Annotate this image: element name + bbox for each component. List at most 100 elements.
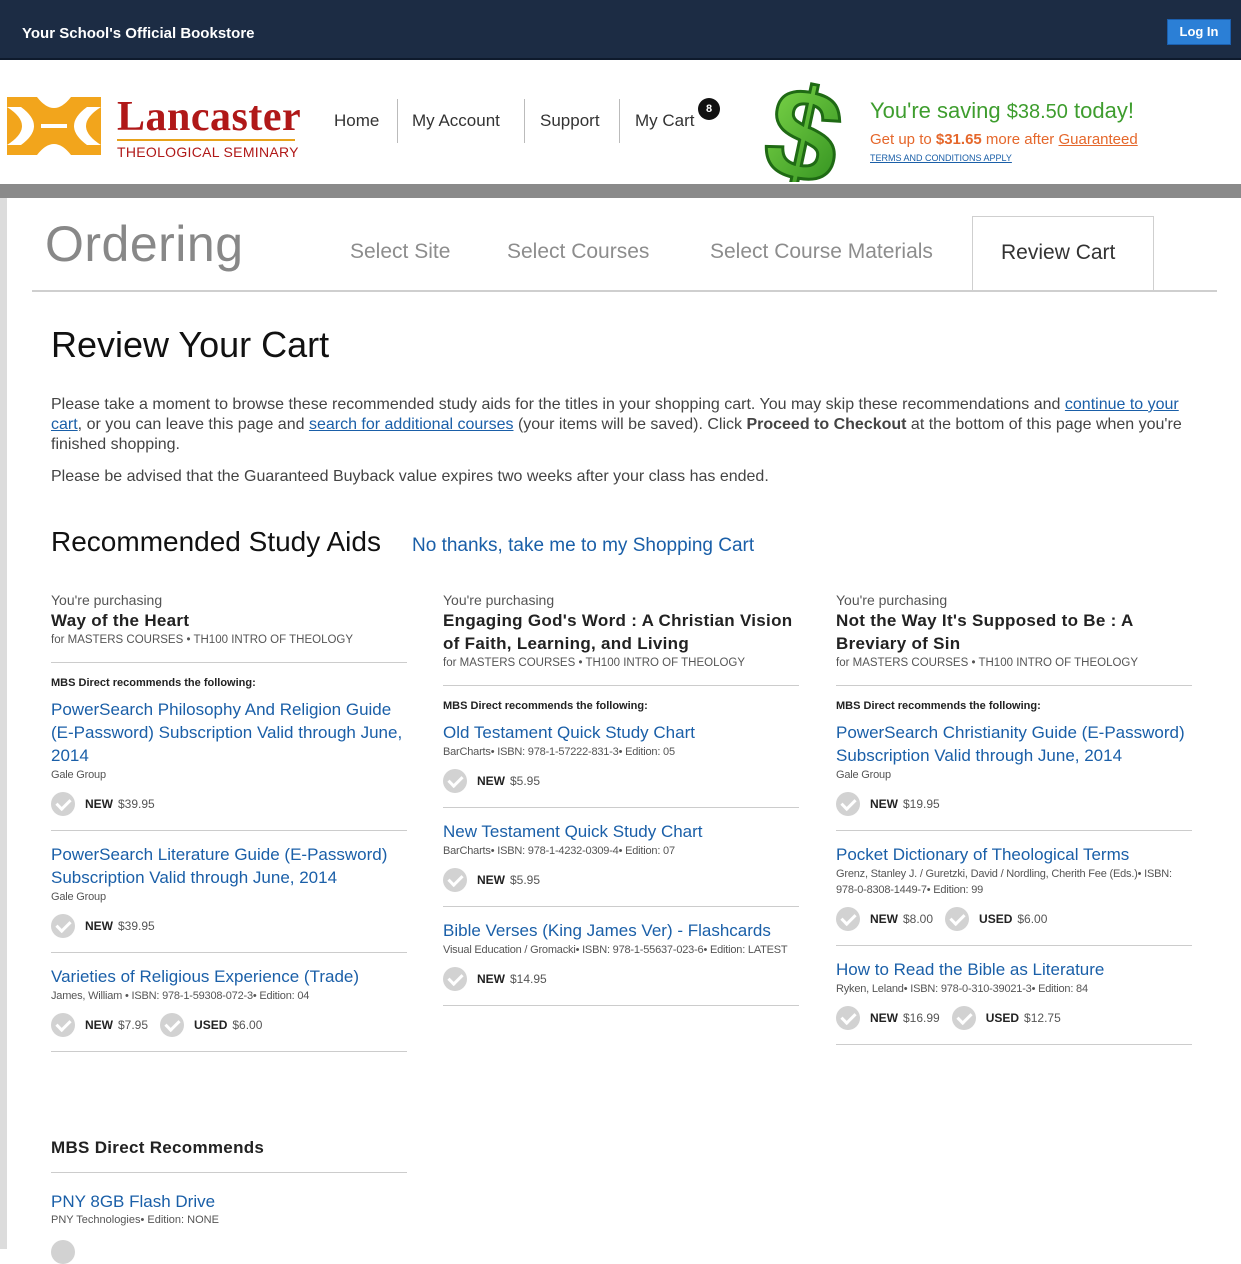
recommended-item-link[interactable]: How to Read the Bible as Literature <box>836 958 1192 981</box>
check-icon[interactable] <box>51 1240 75 1264</box>
check-icon[interactable] <box>945 907 970 931</box>
new-price-option[interactable]: NEW $8.00 <box>836 907 933 931</box>
price-options: NEW $39.95 <box>51 792 407 816</box>
price-amount: $7.95 <box>118 1018 149 1032</box>
nav-my-account[interactable]: My Account <box>412 99 500 143</box>
recommended-item-link[interactable]: Pocket Dictionary of Theological Terms <box>836 843 1192 866</box>
intro-text: Please take a moment to browse these rec… <box>51 395 1201 455</box>
condition-label: USED <box>979 912 1013 926</box>
price-options: NEW $14.95 <box>443 967 799 991</box>
intro-text-3: (your items will be saved). Click <box>513 416 747 433</box>
tab-select-course-materials[interactable]: Select Course Materials <box>710 240 933 264</box>
recommended-item: PowerSearch Christianity Guide (E-Passwo… <box>836 721 1192 831</box>
condition-label: NEW <box>477 873 505 887</box>
mbs-item-meta: PNY Technologies• Edition: NONE <box>51 1214 219 1226</box>
check-icon[interactable] <box>443 868 467 892</box>
skip-to-cart-link[interactable]: No thanks, take me to my Shopping Cart <box>412 535 754 557</box>
recommends-label: MBS Direct recommends the following: <box>443 700 648 712</box>
check-icon[interactable] <box>443 967 467 991</box>
price-amount: $6.00 <box>1017 912 1048 926</box>
recommended-item: New Testament Quick Study Chart BarCharts… <box>443 820 799 907</box>
ordering-tabs: Select Site Select Courses Select Course… <box>0 216 1241 292</box>
price-amount: $39.95 <box>118 919 155 933</box>
check-icon[interactable] <box>836 907 860 931</box>
check-icon[interactable] <box>836 792 860 816</box>
condition-label: NEW <box>477 774 505 788</box>
condition-label: NEW <box>85 1018 113 1032</box>
dollar-sign-icon: $ <box>752 70 856 182</box>
savings-prefix: You're saving <box>870 98 1007 123</box>
recommended-item-meta: BarCharts• ISBN: 978-1-57222-831-3• Edit… <box>443 746 675 758</box>
purchased-title: Engaging God's Word : A Christian Vision… <box>443 611 793 653</box>
login-button[interactable]: Log In <box>1167 19 1231 45</box>
promo-prefix: Get up to <box>870 131 936 148</box>
used-price-option[interactable]: USED $6.00 <box>160 1013 262 1037</box>
search-additional-courses-link[interactable]: search for additional courses <box>309 416 514 433</box>
nav-divider <box>524 99 525 143</box>
price-amount: $39.95 <box>118 797 155 811</box>
recommended-item-meta: Grenz, Stanley J. / Guretzki, David / No… <box>836 868 1172 896</box>
tab-select-site[interactable]: Select Site <box>350 240 450 264</box>
new-price-option[interactable]: NEW $39.95 <box>51 792 155 816</box>
nav-home[interactable]: Home <box>334 99 379 143</box>
price-amount: $5.95 <box>510 873 541 887</box>
terms-link[interactable]: TERMS AND CONDITIONS APPLY <box>870 153 1012 163</box>
recommended-item-link[interactable]: Bible Verses (King James Ver) - Flashcar… <box>443 919 799 942</box>
recommended-item-link[interactable]: Varieties of Religious Experience (Trade… <box>51 965 407 988</box>
condition-label: NEW <box>477 972 505 986</box>
check-icon[interactable] <box>443 769 467 793</box>
check-icon[interactable] <box>51 914 75 938</box>
nav-support[interactable]: Support <box>540 99 600 143</box>
guaranteed-buyback-link[interactable]: Guaranteed <box>1058 131 1137 148</box>
price-options: NEW $7.95 USED $6.00 <box>51 1013 407 1037</box>
recommended-item-link[interactable]: New Testament Quick Study Chart <box>443 820 799 843</box>
course-info: for MASTERS COURSES • TH100 INTRO OF THE… <box>51 632 407 663</box>
mbs-recommends-heading: MBS Direct Recommends <box>51 1138 407 1173</box>
recommended-item-meta: BarCharts• ISBN: 978-1-4232-0309-4• Edit… <box>443 845 675 857</box>
price-amount: $6.00 <box>232 1018 263 1032</box>
check-icon[interactable] <box>51 1013 75 1037</box>
recommended-item: Varieties of Religious Experience (Trade… <box>51 965 407 1052</box>
new-price-option[interactable]: NEW $5.95 <box>443 769 540 793</box>
tab-select-courses[interactable]: Select Courses <box>507 240 649 264</box>
recommended-item-link[interactable]: PowerSearch Literature Guide (E-Password… <box>51 843 407 889</box>
price-amount: $12.75 <box>1024 1011 1061 1025</box>
tab-review-cart[interactable]: Review Cart <box>972 216 1154 292</box>
main-nav: Home My Account Support My Cart <box>0 99 740 143</box>
condition-label: NEW <box>85 919 113 933</box>
price-options: NEW $16.99 USED $12.75 <box>836 1006 1192 1030</box>
new-price-option[interactable]: NEW $5.95 <box>443 868 540 892</box>
recommended-item-link[interactable]: PowerSearch Philosophy And Religion Guid… <box>51 698 407 767</box>
recommended-item: How to Read the Bible as Literature Ryken… <box>836 958 1192 1045</box>
new-price-option[interactable]: NEW $7.95 <box>51 1013 148 1037</box>
used-price-option[interactable]: USED $6.00 <box>945 907 1047 931</box>
recommended-item-link[interactable]: Old Testament Quick Study Chart <box>443 721 799 744</box>
new-price-option[interactable]: NEW $19.95 <box>836 792 940 816</box>
tabs-underline <box>32 290 1217 292</box>
new-price-option[interactable]: NEW $39.95 <box>51 914 155 938</box>
price-options: NEW $5.95 <box>443 769 799 793</box>
check-icon[interactable] <box>836 1006 860 1030</box>
mbs-item-link[interactable]: PNY 8GB Flash Drive <box>51 1190 407 1213</box>
used-price-option[interactable]: USED $12.75 <box>951 1006 1061 1030</box>
recommends-label: MBS Direct recommends the following: <box>836 700 1041 712</box>
price-amount: $14.95 <box>510 972 547 986</box>
recommendation-column: You're purchasing Engaging God's Word : A… <box>443 592 799 1018</box>
check-icon[interactable] <box>951 1006 976 1030</box>
check-icon[interactable] <box>160 1013 185 1037</box>
new-price-option[interactable]: NEW $14.95 <box>443 967 547 991</box>
nav-divider <box>397 99 398 143</box>
condition-label: NEW <box>85 797 113 811</box>
price-options: NEW $8.00 USED $6.00 <box>836 907 1192 931</box>
condition-label: USED <box>985 1011 1020 1025</box>
mbs-recommended-item: PNY 8GB Flash Drive PNY Technologies• Ed… <box>51 1190 407 1227</box>
recommended-heading: Recommended Study Aids <box>51 526 381 557</box>
new-price-option[interactable]: NEW $16.99 <box>836 1006 940 1030</box>
recommended-item-meta: Gale Group <box>51 769 106 781</box>
buyback-promo: Get up to $31.65 more after Guaranteed <box>870 131 1138 148</box>
check-icon[interactable] <box>51 792 75 816</box>
nav-my-cart[interactable]: My Cart <box>635 99 695 143</box>
recommended-item: Bible Verses (King James Ver) - Flashcar… <box>443 919 799 1006</box>
buyback-notice: Please be advised that the Guaranteed Bu… <box>51 468 769 485</box>
recommended-item-link[interactable]: PowerSearch Christianity Guide (E-Passwo… <box>836 721 1192 767</box>
